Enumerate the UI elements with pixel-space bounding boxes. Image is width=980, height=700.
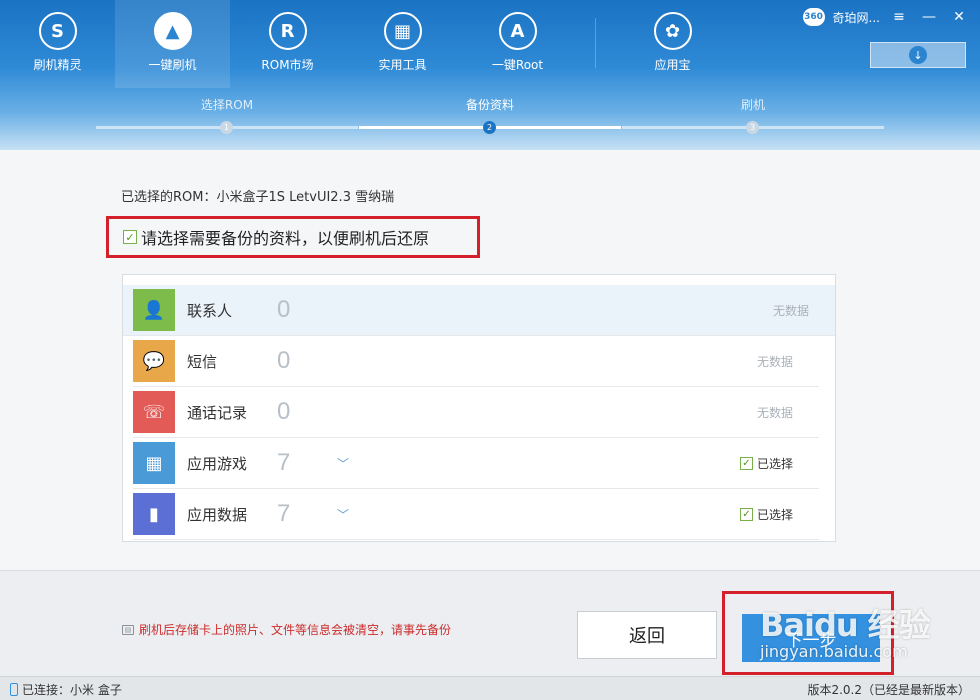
device-icon (10, 683, 18, 696)
step-1: 选择ROM 1 (96, 96, 358, 134)
footer: ▤ 刷机后存储卡上的照片、文件等信息会被清空，请事先备份 返回 下一步 (0, 570, 980, 676)
item-status[interactable]: ✓ 已选择 (739, 455, 793, 472)
item-status: 无数据 (757, 353, 793, 370)
sms-icon: 💬 (133, 340, 175, 382)
menu-icon[interactable]: ≡ (888, 8, 910, 26)
download-icon: ↓ (909, 46, 927, 64)
close-icon[interactable]: ✕ (948, 8, 970, 26)
checkbox-icon[interactable]: ✓ (739, 456, 753, 470)
item-name: 通话记录 (187, 403, 248, 422)
item-status-text: 无数据 (756, 405, 793, 420)
nav-item-3[interactable]: ▦ 实用工具 (345, 0, 460, 88)
apps-icon: ▦ (133, 442, 175, 484)
minimize-icon[interactable]: — (918, 8, 940, 26)
checkbox-icon[interactable]: ✓ (123, 230, 137, 244)
nav-item-1[interactable]: ▲ 一键刷机 (115, 0, 230, 88)
main-content: 已选择的ROM：小米盒子1S LetvUI2.3 雪纳瑞 ✓ 请选择需要备份的资… (0, 150, 980, 570)
user-avatar[interactable]: 360 (802, 8, 825, 26)
item-count: 0 (277, 296, 291, 323)
list-item[interactable]: 👤 联系人 0 无数据 (123, 285, 835, 336)
list-item[interactable]: ☏ 通话记录 0 无数据 (133, 387, 819, 438)
item-status[interactable]: ✓ 已选择 (739, 506, 793, 523)
warning-text: 刷机后存储卡上的照片、文件等信息会被清空，请事先备份 (139, 623, 452, 637)
chevron-down-icon[interactable]: ﹀ (337, 455, 367, 472)
nav-item-label: 一键Root (491, 58, 544, 72)
username[interactable]: 奇珀网... (833, 9, 880, 26)
window-controls: 360 奇珀网... ≡ — ✕ (802, 8, 970, 26)
nav-divider (595, 18, 596, 68)
nav-item-label: 一键刷机 (148, 58, 197, 72)
item-status-text: 已选择 (756, 507, 793, 522)
list-item[interactable]: 💬 短信 0 无数据 (133, 336, 819, 387)
step-progress: 选择ROM 1 备份资料 2 刷机 3 (96, 96, 884, 136)
nav-item-label: 刷机精灵 (33, 58, 82, 72)
step-number: 3 (746, 121, 759, 134)
nav-item-0[interactable]: S 刷机精灵 (0, 0, 115, 88)
item-name: 短信 (187, 352, 218, 371)
nav-item-label: ROM市场 (261, 58, 314, 72)
app-header: S 刷机精灵 ▲ 一键刷机 R ROM市场 ▦ 实用工具 A 一键Root ✿ 应用宝 360 奇珀网… (0, 0, 980, 150)
selected-rom-text: 已选择的ROM：小米盒子1S LetvUI2.3 雪纳瑞 (121, 190, 395, 205)
next-highlight: 下一步 (722, 591, 894, 675)
item-count: 7 (277, 500, 291, 527)
status-bar: 已连接：小米 盒子 版本2.0.2（已经是最新版本） (0, 676, 980, 700)
step-label: 备份资料 (465, 98, 514, 112)
item-status-text: 无数据 (756, 354, 793, 369)
nav-item-5[interactable]: ✿ 应用宝 (615, 0, 730, 88)
cursor-icon: ▲ (153, 12, 192, 50)
item-count: 0 (277, 398, 291, 425)
sdcard-icon: ▤ (122, 624, 134, 635)
backup-hint-text: 请选择需要备份的资料，以便刷机后还原 (141, 229, 430, 248)
contact-icon: 👤 (133, 289, 175, 331)
list-item[interactable]: ▦ 应用游戏 7 ﹀ ✓ 已选择 (133, 438, 819, 489)
version-text: 版本2.0.2（已经是最新版本） (807, 683, 970, 697)
connection-status: 已连接：小米 盒子 (10, 681, 122, 698)
nav-item-label: 实用工具 (378, 58, 427, 72)
backup-list: 👤 联系人 0 无数据 💬 短信 0 无数据 ☏ 通话记录 0 无数据 ▦ 应用游戏 7 ﹀ ✓ 已选择 ▮ 应用数据… (122, 274, 836, 542)
item-status-text: 已选择 (756, 456, 793, 471)
item-status: 无数据 (757, 404, 793, 421)
checkbox-icon[interactable]: ✓ (739, 507, 753, 521)
step-label: 刷机 (740, 98, 765, 112)
item-status: 无数据 (773, 302, 809, 319)
grid-icon: ▦ (383, 12, 422, 50)
connection-text: 已连接：小米 盒子 (22, 683, 122, 697)
nav-item-2[interactable]: R ROM市场 (230, 0, 345, 88)
list-item[interactable]: ▮ 应用数据 7 ﹀ ✓ 已选择 (133, 489, 819, 540)
item-count: 0 (277, 347, 291, 374)
item-name: 应用游戏 (187, 454, 248, 473)
next-button[interactable]: 下一步 (742, 614, 880, 662)
phone-call-icon: ☏ (133, 391, 175, 433)
download-button[interactable]: ↓ (870, 42, 966, 68)
nav-item-4[interactable]: A 一键Root (460, 0, 575, 88)
chevron-down-icon[interactable]: ﹀ (337, 506, 367, 523)
step-3: 刷机 3 (622, 96, 884, 134)
app-data-icon: ▮ (133, 493, 175, 535)
item-name: 应用数据 (187, 505, 248, 524)
step-number: 1 (220, 121, 233, 134)
step-number: 2 (483, 121, 496, 134)
step-label: 选择ROM (200, 98, 254, 112)
rom-icon: R (268, 12, 307, 50)
item-count: 7 (277, 449, 291, 476)
warning-message: ▤ 刷机后存储卡上的照片、文件等信息会被清空，请事先备份 (122, 621, 451, 638)
app-store-icon: ✿ (653, 12, 692, 50)
nav-item-label: 应用宝 (654, 58, 691, 72)
item-name: 联系人 (187, 301, 233, 320)
back-button[interactable]: 返回 (577, 611, 717, 659)
item-status-text: 无数据 (772, 303, 809, 318)
backup-hint: ✓ 请选择需要备份的资料，以便刷机后还原 (106, 216, 480, 258)
step-2: 备份资料 2 (359, 96, 621, 134)
shield-icon: S (38, 12, 77, 50)
android-icon: A (498, 12, 537, 50)
